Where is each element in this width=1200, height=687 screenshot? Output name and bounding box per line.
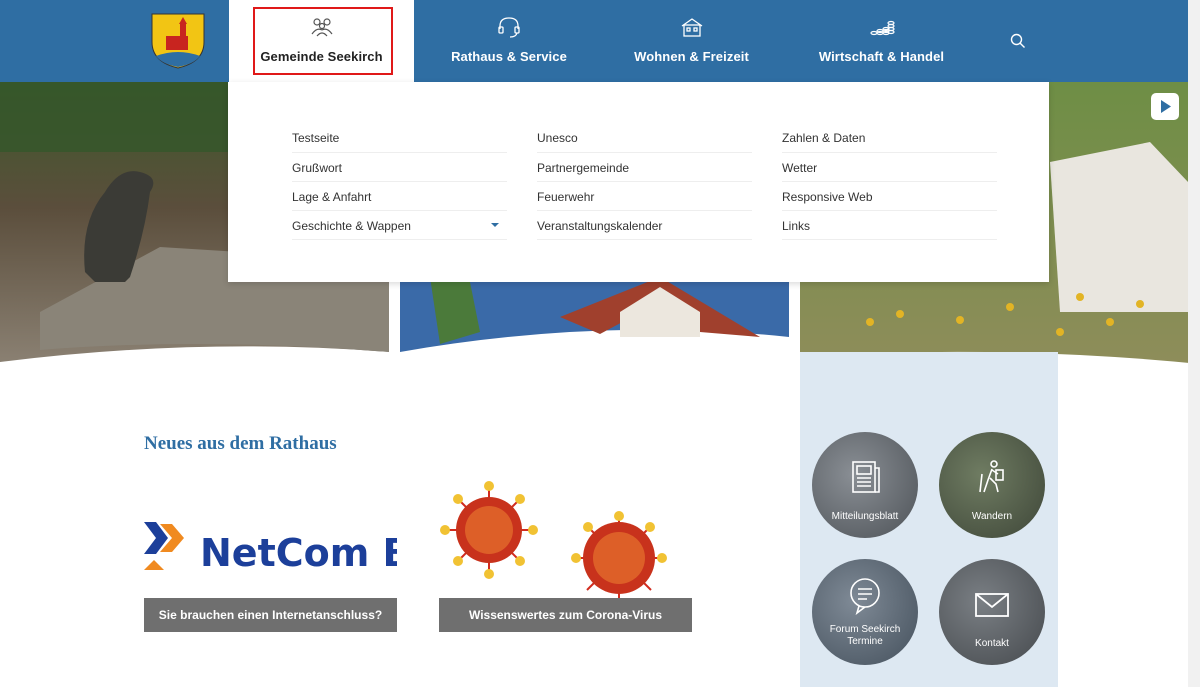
- menu-item-testseite[interactable]: Testseite: [292, 124, 507, 153]
- house-icon: [681, 18, 702, 37]
- nav-wirtschaft-handel[interactable]: Wirtschaft & Handel: [779, 0, 984, 82]
- quicklinks-panel: Mitteilungsblatt Wandern Forum Seekirch …: [800, 352, 1058, 687]
- mail-icon: [975, 593, 1009, 617]
- netcom-logo-text: NetCom BV: [200, 531, 397, 575]
- headset-icon: [498, 17, 520, 38]
- play-button[interactable]: [1151, 93, 1179, 120]
- menu-item-grusswort[interactable]: Grußwort: [292, 153, 507, 182]
- virus-illustration: [440, 481, 667, 600]
- virus-image: [439, 480, 692, 600]
- dropdown-column: Testseite Grußwort Lage & Anfahrt Geschi…: [292, 124, 507, 240]
- newspaper-icon: [852, 461, 880, 493]
- tile-label: Mitteilungsblatt: [831, 511, 899, 522]
- tile-forum-seekirch[interactable]: Forum Seekirch Termine: [812, 559, 918, 665]
- menu-item-responsive-web[interactable]: Responsive Web: [782, 182, 997, 211]
- menu-item-partnergemeinde[interactable]: Partnergemeinde: [537, 153, 752, 182]
- search-icon[interactable]: [1010, 33, 1026, 49]
- news-card-corona[interactable]: Wissenswertes zum Corona-Virus: [439, 480, 692, 632]
- tile-mitteilungsblatt[interactable]: Mitteilungsblatt: [812, 432, 918, 538]
- tile-label: Wandern: [971, 511, 1013, 522]
- nav-label: Gemeinde Seekirch: [260, 49, 383, 64]
- people-icon: [311, 18, 332, 37]
- page: Gemeinde Seekirch Rathaus & Service Wohn…: [0, 0, 1200, 687]
- tile-kontakt[interactable]: Kontakt: [939, 559, 1045, 665]
- news-card-caption: Wissenswertes zum Corona-Virus: [439, 598, 692, 632]
- tile-label: Forum Seekirch Termine: [812, 624, 918, 648]
- coins-icon: [869, 20, 895, 36]
- menu-item-veranstaltungskalender[interactable]: Veranstaltungskalender: [537, 211, 752, 240]
- nav-rathaus-service[interactable]: Rathaus & Service: [414, 0, 604, 82]
- main-navigation: Gemeinde Seekirch Rathaus & Service Wohn…: [0, 0, 1188, 82]
- tile-label-line1: Forum Seekirch: [829, 624, 901, 635]
- caret-down-icon[interactable]: [491, 223, 499, 227]
- menu-item-wetter[interactable]: Wetter: [782, 153, 997, 182]
- menu-item-feuerwehr[interactable]: Feuerwehr: [537, 182, 752, 211]
- news-card-netcom[interactable]: NetCom BV Sie brauchen einen Internetans…: [144, 480, 397, 632]
- play-icon: [1161, 100, 1171, 113]
- nav-label: Wirtschaft & Handel: [818, 49, 945, 64]
- dropdown-menu-gemeinde: Testseite Grußwort Lage & Anfahrt Geschi…: [228, 82, 1049, 282]
- chat-bubble-icon: [850, 578, 880, 615]
- menu-item-lage-anfahrt[interactable]: Lage & Anfahrt: [292, 182, 507, 211]
- menu-item-zahlen-daten[interactable]: Zahlen & Daten: [782, 124, 997, 153]
- nav-wohnen-freizeit[interactable]: Wohnen & Freizeit: [604, 0, 779, 82]
- nav-label: Wohnen & Freizeit: [634, 49, 749, 64]
- dropdown-column: Unesco Partnergemeinde Feuerwehr Veranst…: [537, 124, 752, 240]
- scrollbar[interactable]: [1188, 0, 1200, 687]
- netcom-logo: NetCom BV: [144, 522, 397, 575]
- coat-of-arms-logo[interactable]: [150, 12, 206, 70]
- nav-gemeinde-seekirch[interactable]: Gemeinde Seekirch: [229, 0, 414, 82]
- dropdown-column: Zahlen & Daten Wetter Responsive Web Lin…: [782, 124, 997, 240]
- menu-item-label: Geschichte & Wappen: [292, 219, 411, 233]
- menu-item-links[interactable]: Links: [782, 211, 997, 240]
- tile-wandern[interactable]: Wandern: [939, 432, 1045, 538]
- news-card-caption: Sie brauchen einen Internetanschluss?: [144, 598, 397, 632]
- menu-item-unesco[interactable]: Unesco: [537, 124, 752, 153]
- section-title: Neues aus dem Rathaus: [144, 433, 337, 454]
- tile-label-line2: Termine: [847, 636, 883, 647]
- hiker-icon: [979, 460, 1004, 493]
- tile-label: Kontakt: [975, 638, 1009, 649]
- menu-item-geschichte-wappen[interactable]: Geschichte & Wappen: [292, 211, 507, 240]
- nav-label: Rathaus & Service: [451, 49, 567, 64]
- netcom-logo-image: NetCom BV: [144, 480, 397, 600]
